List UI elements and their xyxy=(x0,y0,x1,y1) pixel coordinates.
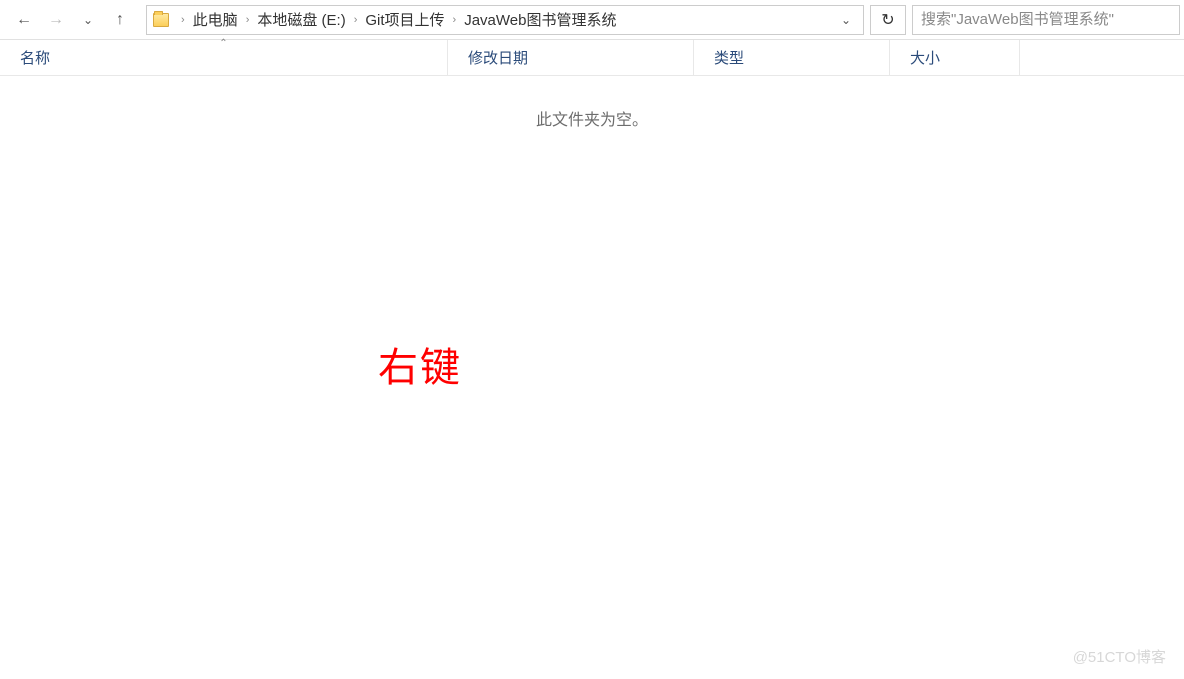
watermark: @51CTO博客 xyxy=(1073,646,1166,667)
column-header-size[interactable]: 大小 xyxy=(890,40,1020,75)
column-label: 修改日期 xyxy=(468,47,528,68)
breadcrumb-item[interactable]: Git项目上传 xyxy=(363,9,446,30)
search-box[interactable] xyxy=(912,5,1180,35)
breadcrumb-item[interactable]: 本地磁盘 (E:) xyxy=(255,9,347,30)
folder-icon xyxy=(153,13,169,27)
column-label: 类型 xyxy=(714,47,744,68)
column-header-type[interactable]: 类型 xyxy=(694,40,890,75)
up-button[interactable]: ↑ xyxy=(108,8,132,32)
breadcrumb-item[interactable]: JavaWeb图书管理系统 xyxy=(462,9,618,30)
column-header-date[interactable]: 修改日期 xyxy=(448,40,694,75)
forward-button[interactable]: → xyxy=(44,8,68,32)
recent-locations-button[interactable]: ⌄ xyxy=(76,8,100,32)
refresh-button[interactable]: ↻ xyxy=(870,5,906,35)
nav-button-group: ← → ⌄ ↑ xyxy=(4,8,140,32)
search-input[interactable] xyxy=(921,11,1171,28)
chevron-down-icon[interactable]: ⌄ xyxy=(835,13,857,27)
address-bar[interactable]: › 此电脑 › 本地磁盘 (E:) › Git项目上传 › JavaWeb图书管… xyxy=(146,5,864,35)
breadcrumb: › 此电脑 › 本地磁盘 (E:) › Git项目上传 › JavaWeb图书管… xyxy=(175,9,835,30)
chevron-right-icon[interactable]: › xyxy=(447,14,463,26)
breadcrumb-item[interactable]: 此电脑 xyxy=(191,9,240,30)
address-toolbar: ← → ⌄ ↑ › 此电脑 › 本地磁盘 (E:) › Git项目上传 › Ja… xyxy=(0,0,1184,40)
column-headers: ⌃ 名称 修改日期 类型 大小 xyxy=(0,40,1184,76)
refresh-icon: ↻ xyxy=(881,10,894,30)
chevron-right-icon[interactable]: › xyxy=(348,14,364,26)
sort-ascending-icon: ⌃ xyxy=(219,38,227,49)
column-label: 大小 xyxy=(910,47,940,68)
column-header-name[interactable]: ⌃ 名称 xyxy=(0,40,448,75)
chevron-right-icon[interactable]: › xyxy=(240,14,256,26)
column-label: 名称 xyxy=(20,47,50,68)
empty-folder-message: 此文件夹为空。 xyxy=(0,76,1184,160)
back-button[interactable]: ← xyxy=(12,8,36,32)
chevron-right-icon[interactable]: › xyxy=(175,14,191,26)
annotation-label: 右键 xyxy=(378,335,462,393)
